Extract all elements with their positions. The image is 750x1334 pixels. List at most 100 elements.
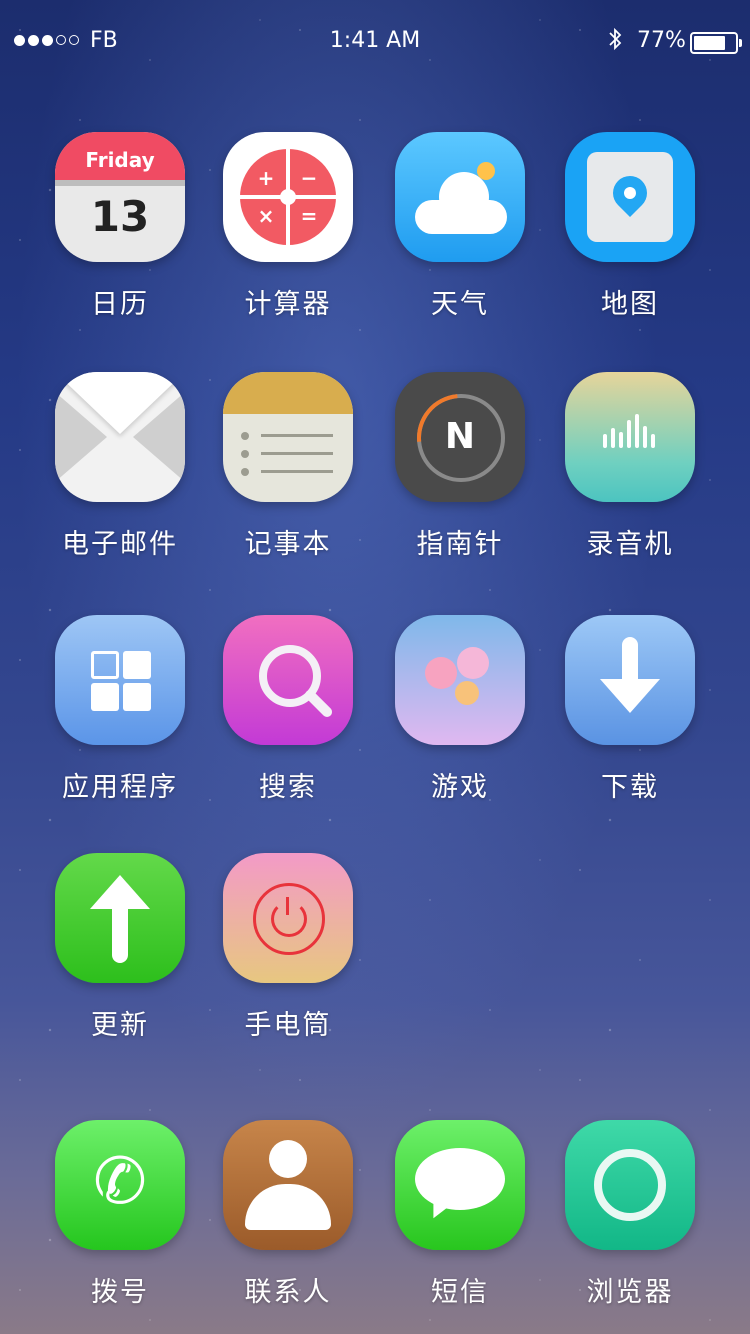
dock-contacts[interactable]: 联系人 [203, 1120, 373, 1309]
battery-icon [690, 32, 742, 54]
wave-bar [643, 426, 647, 448]
browser-ring-icon [565, 1120, 695, 1250]
bluetooth-icon [609, 27, 622, 51]
app-label: 电子邮件 [62, 529, 178, 560]
app-download[interactable]: 下载 [545, 615, 715, 804]
app-recorder[interactable]: 录音机 [545, 372, 715, 561]
multiply-symbol: × [257, 204, 275, 228]
note-line [261, 434, 333, 437]
app-label: 短信 [431, 1277, 489, 1308]
wave-bar [619, 432, 623, 448]
app-label: 日历 [91, 289, 149, 320]
app-label: 录音机 [586, 529, 674, 560]
app-label: 指南针 [416, 529, 504, 560]
app-calculator[interactable]: + − × = 计算器 [203, 132, 373, 321]
app-maps[interactable]: 地图 [545, 132, 715, 321]
app-weather[interactable]: 天气 [375, 132, 545, 321]
wave-bar [651, 434, 655, 448]
bullet [241, 468, 249, 476]
envelope-icon [55, 372, 185, 502]
calculator-icon: + − × = [223, 132, 353, 262]
power-stem [286, 897, 289, 915]
battery-percentage: 77% [637, 28, 686, 53]
app-flashlight[interactable]: 手电筒 [203, 853, 373, 1042]
grid-square [91, 651, 119, 679]
weather-cloud-icon [395, 132, 525, 262]
person-body [245, 1184, 331, 1230]
wave-bar [611, 428, 615, 448]
equals-symbol: = [300, 204, 318, 228]
dock-phone[interactable]: ✆ 拨号 [35, 1120, 205, 1309]
app-label: 拨号 [91, 1277, 149, 1308]
wave-bar [627, 420, 631, 448]
app-label: 联系人 [244, 1277, 332, 1308]
notepad-icon [223, 372, 353, 502]
app-games[interactable]: 游戏 [375, 615, 545, 804]
battery-fill [694, 36, 725, 50]
app-label: 手电筒 [244, 1010, 332, 1041]
wave-bar [603, 434, 607, 448]
app-label: 更新 [91, 1010, 149, 1041]
grid-square [123, 651, 151, 679]
arrow-head [600, 679, 660, 713]
game-balls-icon [395, 615, 525, 745]
app-compass[interactable]: N 指南针 [375, 372, 545, 561]
browser-ring [594, 1149, 666, 1221]
compass-icon: N [395, 372, 525, 502]
upload-arrow-icon [55, 853, 185, 983]
app-label: 浏览器 [586, 1277, 674, 1308]
bubble [415, 1148, 505, 1210]
power-icon [223, 853, 353, 983]
compass-north-letter: N [444, 416, 476, 457]
app-applications[interactable]: 应用程序 [35, 615, 205, 804]
map-icon [565, 132, 695, 262]
ball [457, 647, 489, 679]
bullet [241, 432, 249, 440]
app-label: 游戏 [431, 772, 489, 803]
sound-wave-icon [565, 372, 695, 502]
download-arrow-icon [565, 615, 695, 745]
magnifier-icon [223, 615, 353, 745]
grid-square [91, 683, 119, 711]
status-bar: FB 1:41 AM 77% [0, 0, 750, 80]
app-label: 搜索 [259, 772, 317, 803]
ball [425, 657, 457, 689]
app-label: 天气 [431, 289, 489, 320]
calendar-day-name: Friday [55, 132, 185, 180]
phone-handset-icon: ✆ [55, 1120, 185, 1250]
person-head [269, 1140, 307, 1178]
ball [455, 681, 479, 705]
dock-messages[interactable]: 短信 [375, 1120, 545, 1309]
grid-icon [55, 615, 185, 745]
app-label: 下载 [601, 772, 659, 803]
app-label: 地图 [601, 289, 659, 320]
grid-square [123, 683, 151, 711]
magnifier-handle [303, 687, 335, 720]
app-calendar[interactable]: Friday 13 日历 [35, 132, 205, 321]
arrow-shaft [112, 897, 128, 963]
minus-symbol: − [300, 166, 318, 190]
app-notes[interactable]: 记事本 [203, 372, 373, 561]
notepad-header [223, 372, 353, 414]
plus-symbol: + [257, 166, 275, 190]
app-search[interactable]: 搜索 [203, 615, 373, 804]
app-label: 应用程序 [62, 772, 178, 803]
person-icon [223, 1120, 353, 1250]
dock-browser[interactable]: 浏览器 [545, 1120, 715, 1309]
calendar-strip [55, 180, 185, 186]
calendar-day-number: 13 [90, 192, 150, 241]
phone-glyph: ✆ [93, 1145, 147, 1219]
app-update[interactable]: 更新 [35, 853, 205, 1042]
app-label: 计算器 [244, 289, 332, 320]
power-arc [271, 901, 307, 937]
calculator-center [280, 189, 296, 205]
bullet [241, 450, 249, 458]
chat-bubble-icon [395, 1120, 525, 1250]
calendar-icon: Friday 13 [55, 132, 185, 262]
wave-bar [635, 414, 639, 448]
app-email[interactable]: 电子邮件 [35, 372, 205, 561]
cloud-shape [415, 200, 507, 234]
note-line [261, 470, 333, 473]
app-label: 记事本 [244, 529, 332, 560]
location-pin-hole [624, 187, 636, 199]
